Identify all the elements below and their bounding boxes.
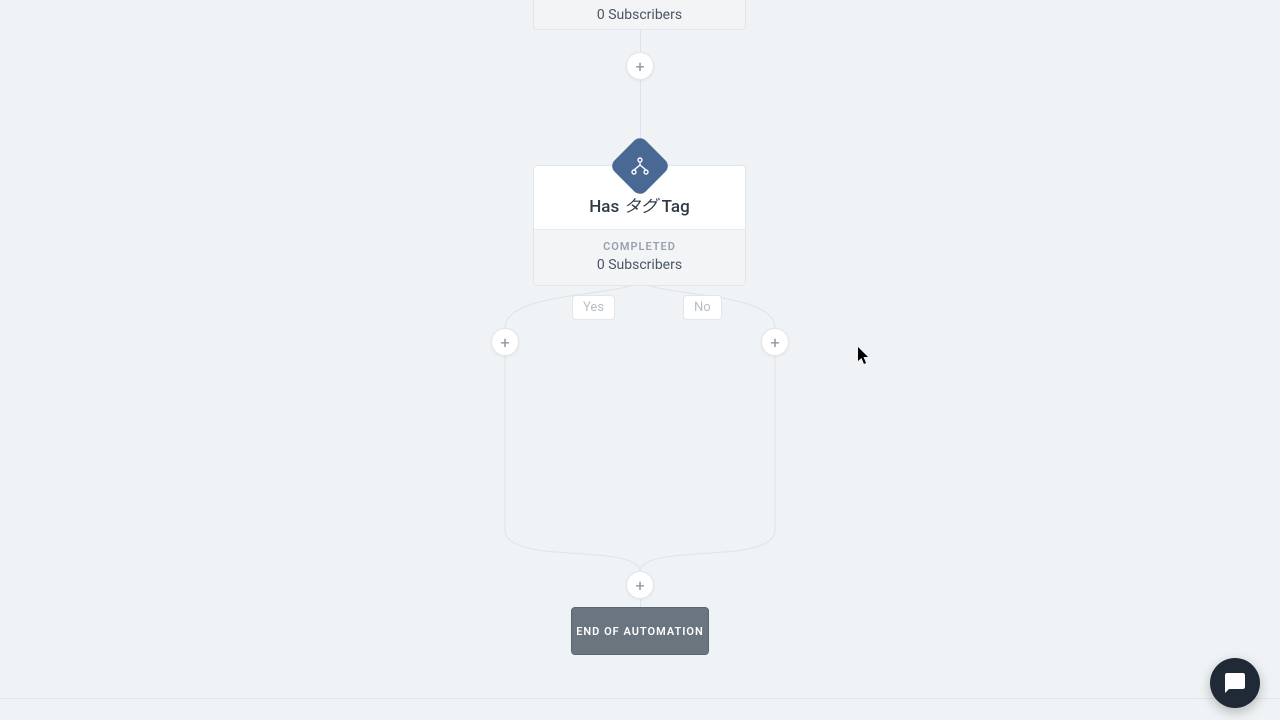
footer-divider xyxy=(0,698,1280,699)
add-step-no-button[interactable]: + xyxy=(761,328,789,356)
automation-canvas[interactable]: 0 Subscribers + Has タグ Tag COMPLETED xyxy=(0,0,1280,720)
condition-title-tag: タグ xyxy=(623,197,657,217)
branch-icon xyxy=(630,156,650,176)
plus-icon: + xyxy=(500,333,509,352)
plus-icon: + xyxy=(635,576,644,595)
chat-icon xyxy=(1223,671,1247,695)
branch-yes-label[interactable]: Yes xyxy=(572,295,615,320)
trigger-subscribers-text: 0 Subscribers xyxy=(597,7,682,23)
yes-text: Yes xyxy=(583,300,604,315)
cursor-icon xyxy=(858,347,872,365)
add-step-button[interactable]: + xyxy=(626,52,654,80)
condition-title-suffix: Tag xyxy=(657,197,689,217)
connector-line xyxy=(640,30,641,52)
plus-icon: + xyxy=(635,57,644,76)
condition-subscribers-text: 0 Subscribers xyxy=(542,257,737,273)
condition-footer: COMPLETED 0 Subscribers xyxy=(534,229,745,285)
no-text: No xyxy=(694,300,711,315)
add-step-merge-button[interactable]: + xyxy=(626,571,654,599)
end-label: END OF AUTOMATION xyxy=(576,625,704,638)
connector-line xyxy=(640,80,641,144)
plus-icon: + xyxy=(770,333,779,352)
branch-connectors xyxy=(490,270,790,590)
connector-line xyxy=(640,599,641,607)
condition-title-prefix: Has xyxy=(589,197,623,217)
branch-no-label[interactable]: No xyxy=(683,295,722,320)
end-of-automation-node[interactable]: END OF AUTOMATION xyxy=(571,607,709,655)
chat-launcher-button[interactable] xyxy=(1210,658,1260,708)
add-step-yes-button[interactable]: + xyxy=(491,328,519,356)
condition-node-icon xyxy=(618,144,662,188)
condition-status-label: COMPLETED xyxy=(542,240,737,253)
trigger-node-footer[interactable]: 0 Subscribers xyxy=(533,0,746,30)
